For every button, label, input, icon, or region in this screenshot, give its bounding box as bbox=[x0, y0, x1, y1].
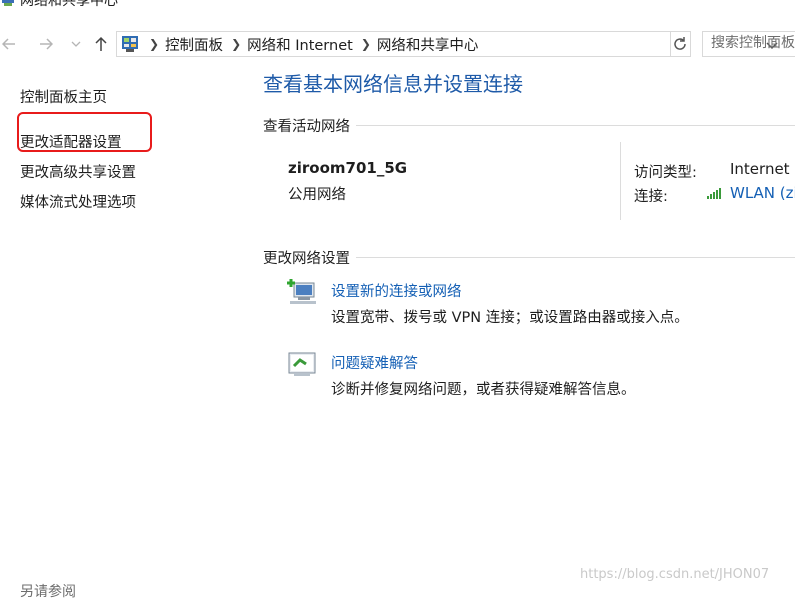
refresh-button[interactable] bbox=[670, 31, 691, 57]
breadcrumb-separator-icon: ❯ bbox=[231, 37, 242, 51]
connection-label: 连接: bbox=[634, 189, 668, 205]
network-category: 公用网络 bbox=[288, 187, 346, 203]
search-box[interactable] bbox=[702, 31, 795, 57]
connection-link[interactable]: WLAN (zi bbox=[730, 184, 795, 202]
vertical-divider bbox=[620, 142, 621, 220]
active-networks-section: 查看活动网络 bbox=[263, 115, 795, 136]
troubleshoot-desc: 诊断并修复网络问题，或者获得疑难解答信息。 bbox=[331, 382, 636, 398]
breadcrumb-separator-icon: ❯ bbox=[149, 37, 160, 51]
setup-new-connection-link[interactable]: 设置新的连接或网络 bbox=[331, 280, 462, 301]
search-input[interactable] bbox=[703, 32, 795, 54]
breadcrumb-network-internet[interactable]: 网络和 Internet bbox=[247, 34, 353, 55]
address-bar[interactable]: ❯ 控制面板 ❯ 网络和 Internet ❯ 网络和共享中心 bbox=[116, 31, 778, 57]
sidebar-item-change-adapter-settings[interactable]: 更改适配器设置 bbox=[20, 131, 122, 152]
back-button[interactable] bbox=[0, 32, 18, 56]
network-name: ziroom701_5G bbox=[288, 159, 408, 177]
breadcrumb-control-panel[interactable]: 控制面板 bbox=[165, 34, 223, 55]
setup-new-connection-desc: 设置宽带、拨号或 VPN 连接；或设置路由器或接入点。 bbox=[331, 310, 689, 326]
control-panel-icon bbox=[122, 36, 138, 52]
refresh-icon bbox=[674, 37, 686, 50]
chevron-down-icon bbox=[71, 41, 81, 47]
window-title: 网络和共享中心 bbox=[20, 0, 118, 9]
access-type-value: Internet bbox=[730, 160, 790, 178]
troubleshoot-link[interactable]: 问题疑难解答 bbox=[331, 352, 418, 373]
new-connection-icon bbox=[287, 279, 316, 304]
arrow-right-icon bbox=[40, 38, 53, 50]
troubleshoot-icon bbox=[288, 352, 316, 376]
arrow-up-icon bbox=[95, 36, 107, 51]
sidebar-item-media-streaming-options[interactable]: 媒体流式处理选项 bbox=[20, 191, 136, 212]
access-type-label: 访问类型: bbox=[634, 165, 697, 181]
navigation-bar: ❯ 控制面板 ❯ 网络和 Internet ❯ 网络和共享中心 bbox=[0, 30, 795, 58]
title-bar: 网络和共享中心 bbox=[0, 0, 795, 12]
active-networks-header: 查看活动网络 bbox=[263, 115, 356, 136]
arrow-left-icon bbox=[2, 38, 15, 50]
breadcrumb: ❯ 控制面板 ❯ 网络和 Internet ❯ 网络和共享中心 bbox=[141, 32, 478, 56]
breadcrumb-network-sharing-center[interactable]: 网络和共享中心 bbox=[377, 34, 479, 55]
page-title: 查看基本网络信息并设置连接 bbox=[263, 72, 523, 96]
recent-locations-button[interactable] bbox=[70, 32, 82, 56]
network-center-icon bbox=[2, 0, 14, 6]
breadcrumb-separator-icon: ❯ bbox=[360, 37, 371, 51]
forward-button[interactable] bbox=[36, 32, 56, 56]
wifi-signal-icon bbox=[707, 188, 721, 199]
sidebar-item-advanced-sharing-settings[interactable]: 更改高级共享设置 bbox=[20, 161, 136, 182]
change-settings-section: 更改网络设置 bbox=[263, 247, 795, 268]
watermark: https://blog.csdn.net/JHON07 bbox=[580, 567, 770, 582]
up-button[interactable] bbox=[92, 32, 110, 56]
sidebar-item-control-panel-home[interactable]: 控制面板主页 bbox=[20, 86, 107, 107]
change-settings-header: 更改网络设置 bbox=[263, 247, 356, 268]
see-also-heading: 另请参阅 bbox=[20, 584, 76, 600]
